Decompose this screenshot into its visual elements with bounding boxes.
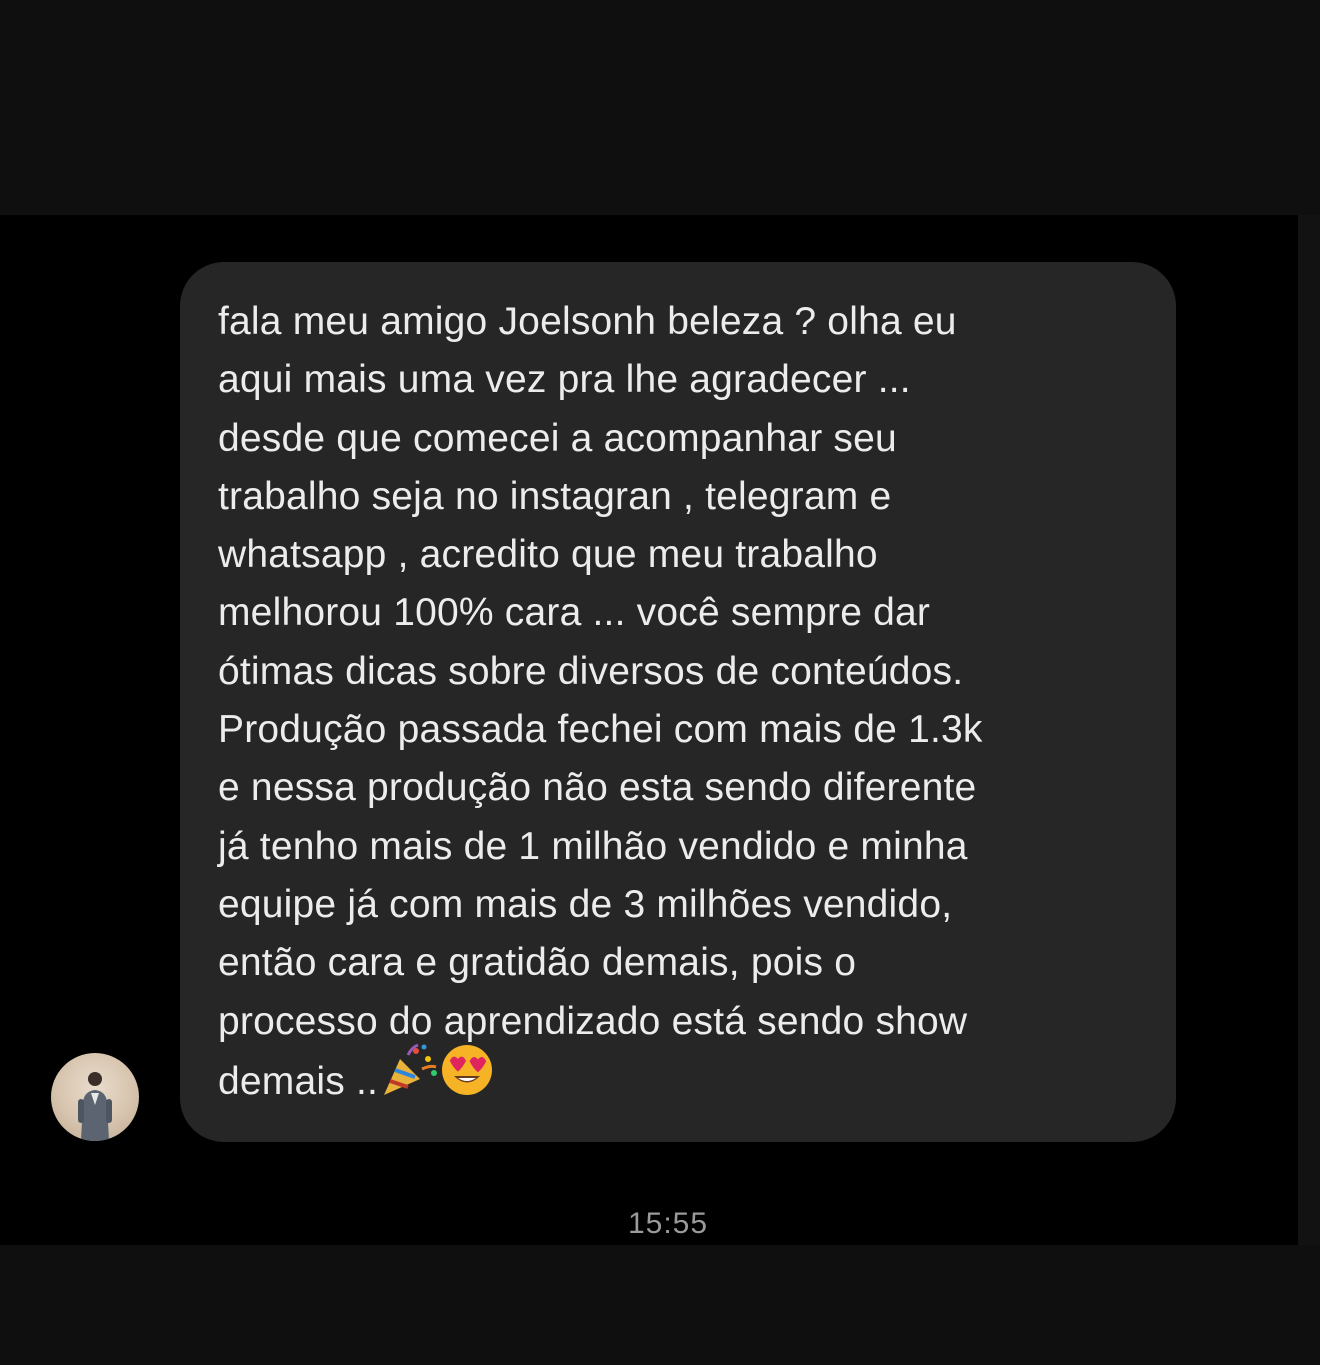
message-text: fala meu amigo Joelsonh beleza ? olha eu… [218, 293, 1146, 1116]
message-bubble[interactable]: fala meu amigo Joelsonh beleza ? olha eu… [180, 262, 1176, 1142]
bottom-band [0, 1245, 1320, 1365]
person-icon [78, 1072, 112, 1141]
party-popper-icon [378, 1041, 440, 1116]
message-timestamp: 15:55 [627, 1207, 709, 1240]
right-edge [1298, 215, 1320, 1245]
top-band [0, 0, 1320, 215]
message-body: fala meu amigo Joelsonh beleza ? olha eu… [218, 300, 983, 1103]
avatar[interactable] [51, 1053, 139, 1141]
heart-eyes-icon [440, 1043, 494, 1114]
